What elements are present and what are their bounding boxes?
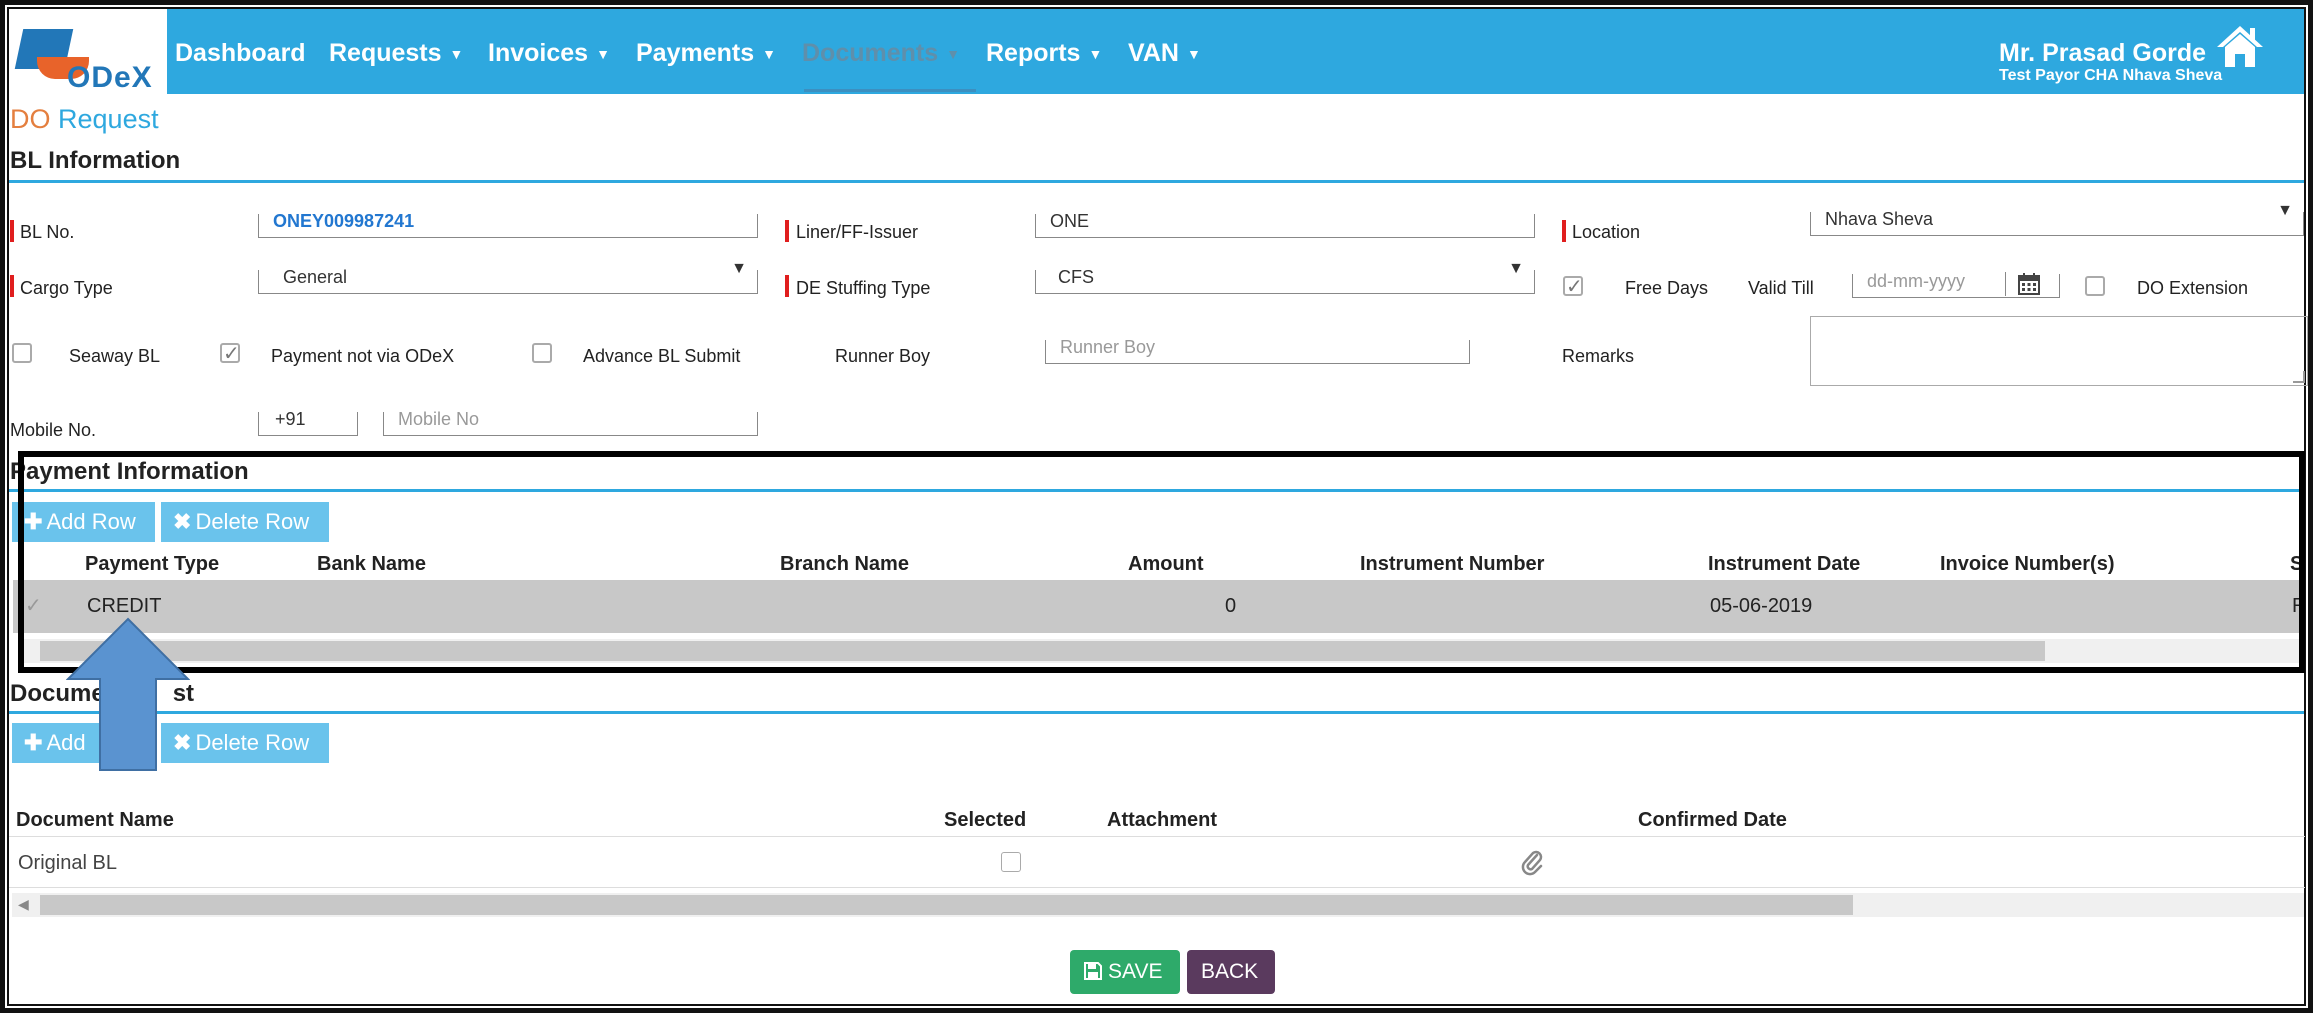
up-arrow-callout [66, 617, 190, 771]
cargo-type-select[interactable]: General ▼ [258, 261, 758, 294]
payment-not-via-odex-checkbox[interactable] [220, 341, 240, 366]
nav-documents[interactable]: Documents ▼ [802, 39, 960, 68]
document-row-rule [9, 887, 2305, 888]
required-marker [10, 220, 14, 242]
caret-down-icon: ▼ [596, 46, 610, 63]
cargo-type-label: Cargo Type [20, 278, 113, 298]
advance-bl-checkbox[interactable] [532, 343, 552, 363]
caret-down-icon: ▼ [449, 46, 464, 63]
back-button-label: BACK [1201, 960, 1259, 983]
bl-no-label: BL No. [20, 222, 75, 242]
user-organization: Test Payor CHA Nhava Sheva [1999, 67, 2223, 84]
scroll-left-arrow-icon[interactable]: ◀ [18, 896, 29, 913]
cargo-type-select-value: General [283, 267, 348, 287]
col-document-name[interactable]: Document Name [16, 809, 174, 832]
nav-dashboard[interactable]: Dashboard [175, 39, 306, 68]
odex-logo[interactable]: ODeX [9, 9, 167, 94]
nav-van[interactable]: VAN ▼ [1128, 39, 1201, 68]
advance-bl-label: Advance BL Submit [583, 346, 741, 366]
page-title: DO Request [10, 104, 159, 135]
nav-invoices-label: Invoices [488, 39, 589, 67]
document-selected-checkbox[interactable] [1001, 852, 1021, 872]
required-marker [785, 220, 789, 242]
valid-till-label: Valid Till [1748, 278, 1814, 298]
mobile-number-input[interactable]: Mobile No [383, 410, 758, 436]
runner-boy-label: Runner Boy [835, 346, 931, 366]
home-icon[interactable] [2215, 23, 2265, 69]
document-list-rule [9, 711, 2304, 714]
nav-requests[interactable]: Requests ▼ [329, 39, 463, 68]
location-label: Location [1572, 222, 1641, 242]
location-select-value: Nhava Sheva [1825, 209, 1934, 229]
free-days-checkbox[interactable] [1563, 274, 1583, 299]
save-button[interactable]: SAVE [1070, 950, 1180, 994]
remarks-label: Remarks [1562, 346, 1635, 366]
highlight-box [18, 451, 2305, 673]
cell-document-name[interactable]: Original BL [18, 852, 117, 875]
col-attachment[interactable]: Attachment [1107, 809, 1217, 832]
nav-requests-label: Requests [329, 39, 442, 67]
remarks-textarea[interactable] [1810, 316, 2308, 386]
runner-boy-input[interactable]: Runner Boy [1045, 338, 1470, 364]
seaway-bl-checkbox[interactable] [12, 343, 32, 363]
caret-down-icon: ▼ [1088, 46, 1103, 63]
col-confirmed-date[interactable]: Confirmed Date [1638, 809, 1787, 832]
page-title-part2: Request [58, 104, 159, 134]
caret-down-icon: ▼ [1186, 46, 1201, 63]
calendar-icon[interactable] [2017, 272, 2041, 296]
do-extension-checkbox[interactable] [2085, 276, 2105, 296]
location-select[interactable]: Nhava Sheva ▼ [1810, 203, 2304, 236]
resize-grip-icon[interactable] [2293, 371, 2305, 383]
mobile-code-input[interactable]: +91 [258, 410, 358, 436]
liner-label: Liner/FF-Issuer [796, 222, 919, 242]
free-days-label: Free Days [1625, 278, 1709, 298]
nav-reports[interactable]: Reports ▼ [986, 39, 1102, 68]
date-divider [2005, 272, 2006, 296]
do-extension-label: DO Extension [2137, 278, 2249, 298]
nav-dashboard-label: Dashboard [175, 39, 306, 67]
payment-not-via-odex-label: Payment not via ODeX [271, 346, 455, 366]
document-delete-row-label: Delete Row [195, 730, 310, 755]
dropdown-arrow-icon: ▼ [2277, 202, 2293, 219]
top-navbar: ODeX Dashboard Requests ▼ Invoices ▼ Payme… [9, 9, 2304, 94]
paperclip-icon[interactable] [1521, 850, 1545, 876]
de-stuffing-select[interactable]: CFS ▼ [1035, 261, 1535, 294]
plus-icon: ✚ [24, 730, 43, 755]
dropdown-arrow-icon: ▼ [1508, 260, 1524, 277]
de-stuffing-select-value: CFS [1058, 267, 1094, 287]
dropdown-arrow-icon: ▼ [731, 260, 747, 277]
col-selected[interactable]: Selected [944, 809, 1026, 832]
nav-active-underline [804, 89, 976, 92]
required-marker [10, 275, 14, 297]
user-name[interactable]: Mr. Prasad Gorde [1999, 39, 2206, 68]
nav-van-label: VAN [1128, 39, 1179, 67]
document-scrollbar-thumb[interactable] [40, 895, 1853, 915]
logo-text: ODeX [67, 61, 153, 94]
seaway-bl-label: Seaway BL [69, 346, 161, 366]
nav-reports-label: Reports [986, 39, 1081, 67]
nav-payments[interactable]: Payments ▼ [636, 39, 776, 68]
mobile-label: Mobile No. [10, 420, 97, 440]
bl-information-rule [9, 180, 2304, 183]
de-stuffing-label: DE Stuffing Type [796, 278, 931, 298]
save-button-label: SAVE [1108, 960, 1163, 983]
liner-input[interactable]: ONE [1035, 212, 1535, 238]
save-icon [1084, 962, 1102, 980]
page-title-part1: DO [10, 104, 51, 134]
required-marker [785, 275, 789, 297]
nav-invoices[interactable]: Invoices ▼ [488, 39, 610, 68]
required-marker [1562, 220, 1566, 242]
nav-payments-label: Payments [636, 39, 755, 67]
bl-no-input[interactable]: ONEY009987241 [258, 212, 758, 238]
back-button[interactable]: BACK [1187, 950, 1275, 994]
bl-information-title: BL Information [10, 147, 181, 174]
document-header-rule [9, 836, 2305, 837]
caret-down-icon: ▼ [946, 46, 960, 63]
nav-documents-label: Documents [802, 39, 939, 67]
caret-down-icon: ▼ [762, 46, 776, 63]
